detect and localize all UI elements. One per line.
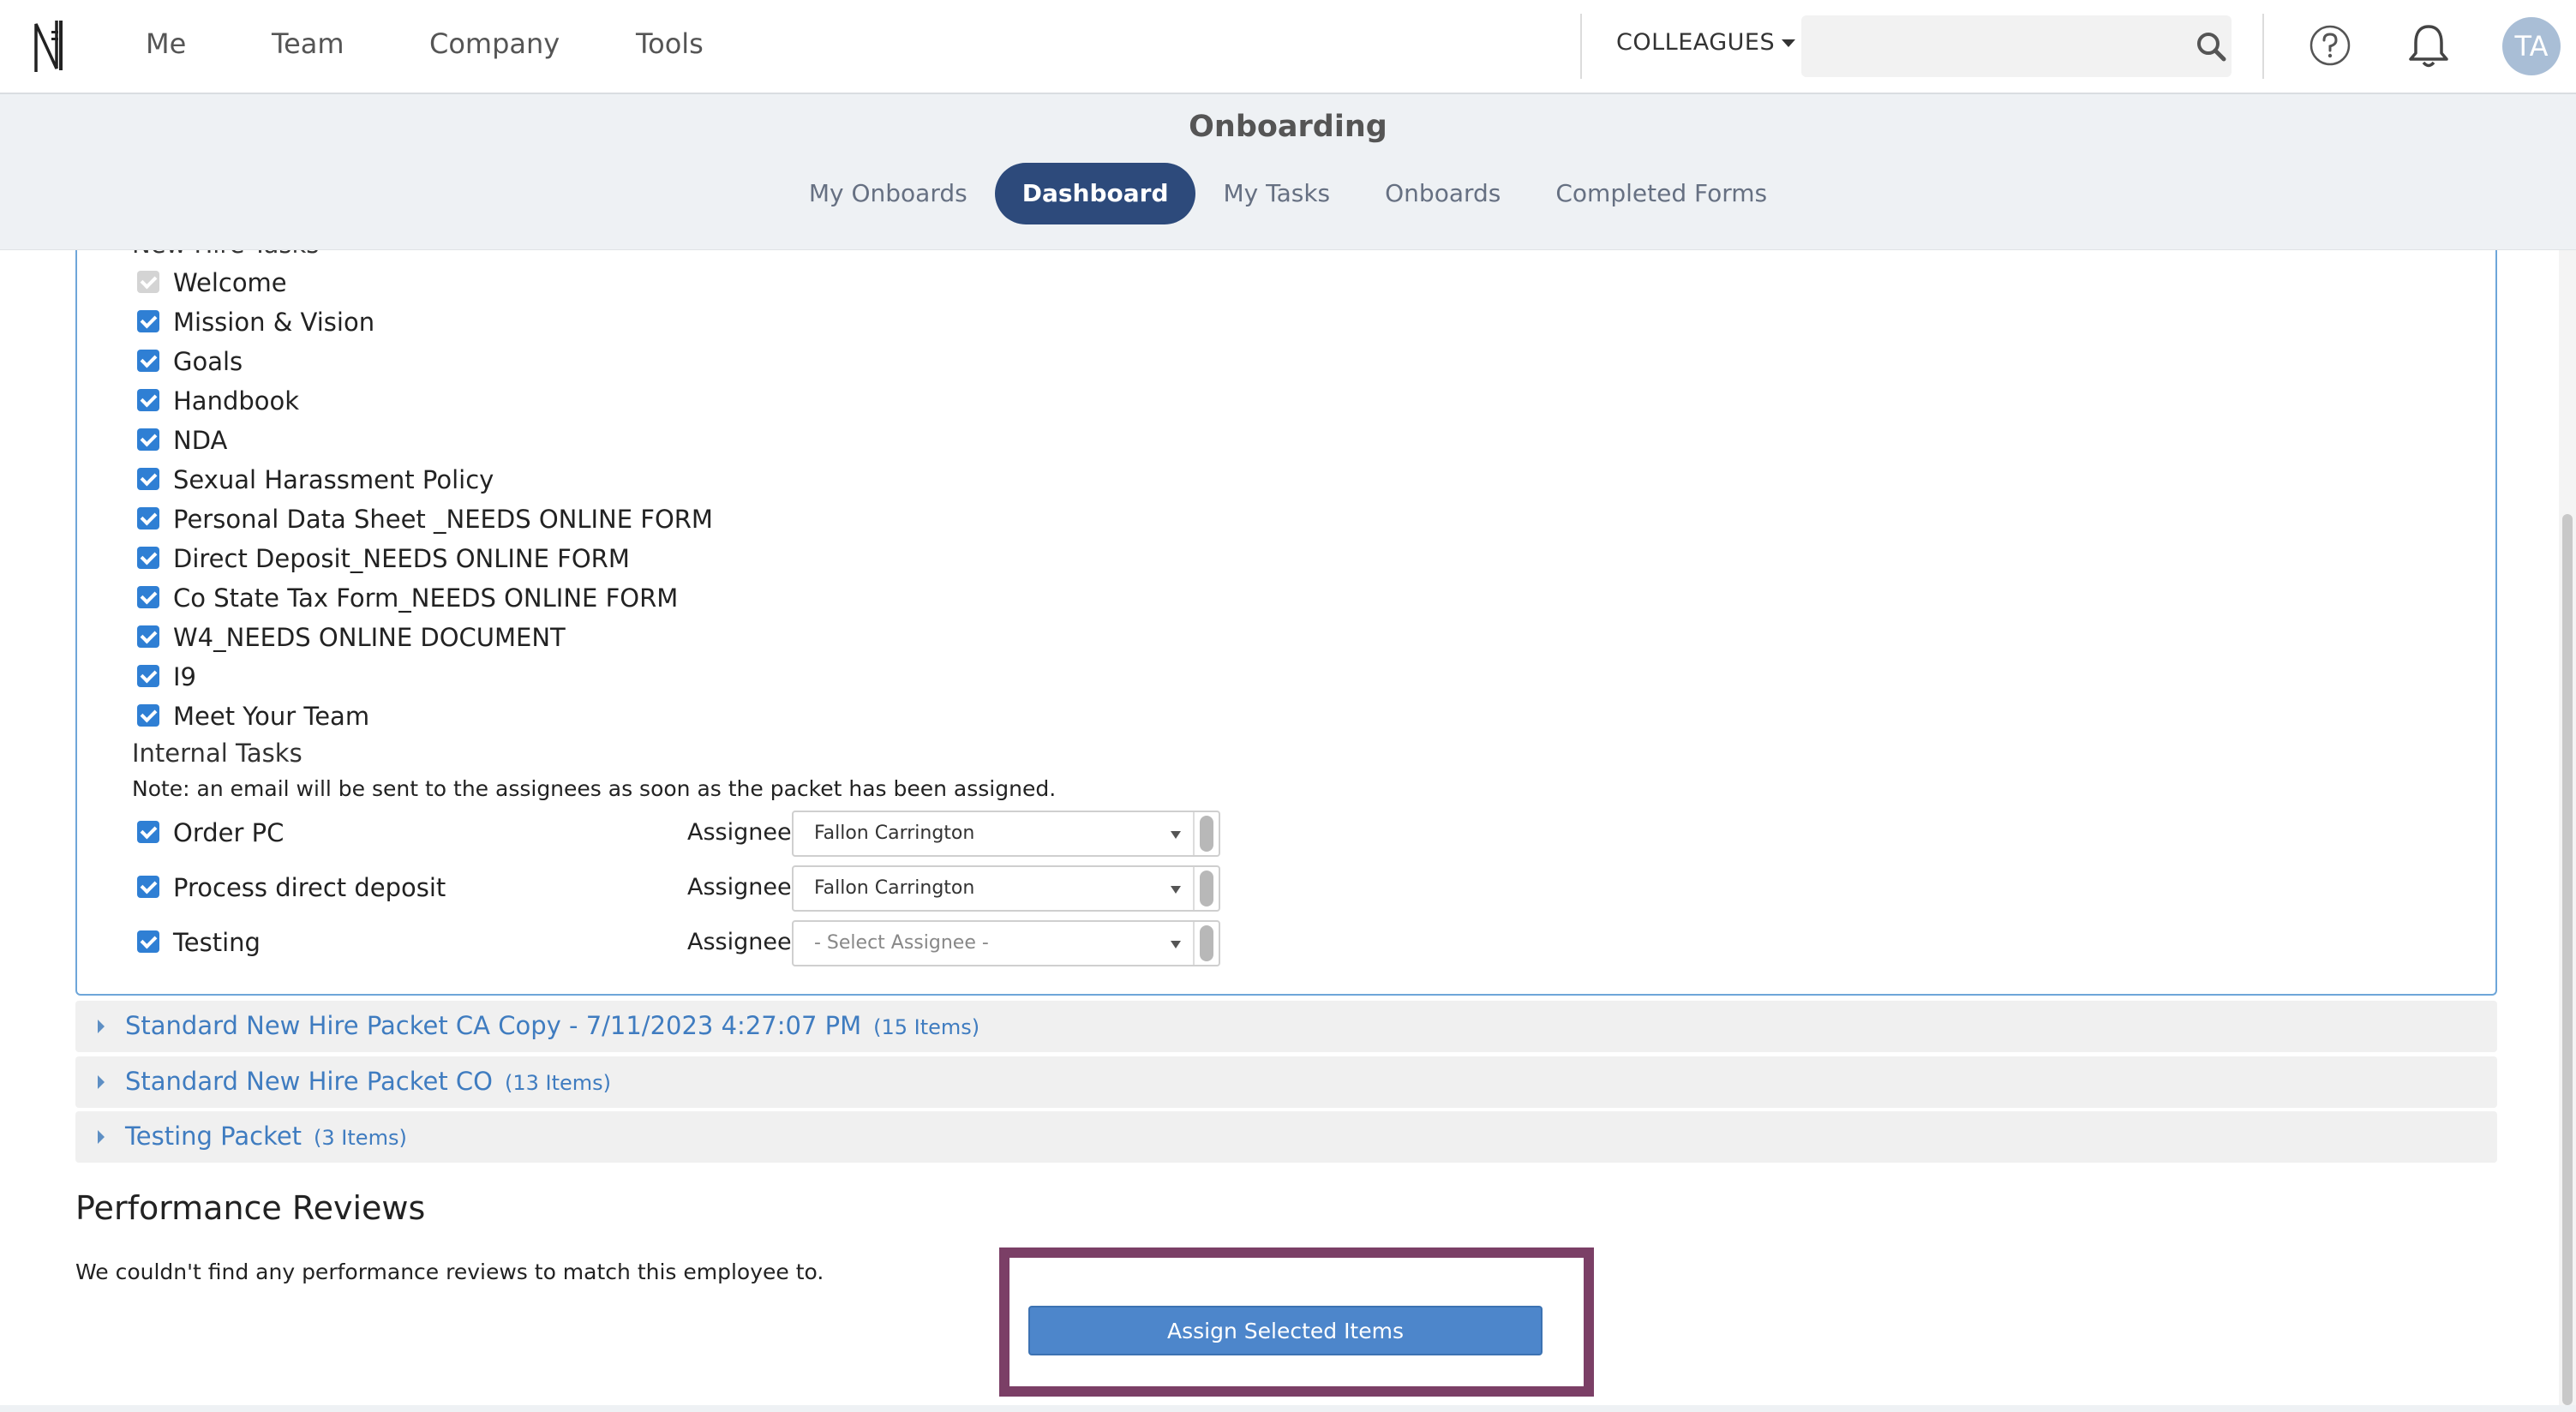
expand-triangle-icon bbox=[98, 1075, 105, 1089]
select-divider bbox=[1193, 812, 1195, 855]
task-label: Welcome bbox=[173, 268, 287, 297]
packet-name: Testing Packet bbox=[125, 1122, 303, 1151]
checkbox-checked[interactable] bbox=[137, 704, 159, 727]
checkbox-checked[interactable] bbox=[137, 547, 159, 569]
avatar[interactable]: TA bbox=[2502, 17, 2561, 75]
checkbox-checked[interactable] bbox=[137, 389, 159, 411]
task-label: Goals bbox=[173, 347, 243, 376]
tab-bar-overlay: My Onboards Dashboard My Tasks Onboards … bbox=[0, 163, 2576, 224]
assignee-select[interactable]: Fallon Carrington bbox=[792, 811, 1220, 857]
scrollbar-thumb[interactable] bbox=[2562, 514, 2573, 1405]
expand-triangle-icon bbox=[98, 1130, 105, 1144]
checkbox-checked[interactable] bbox=[137, 310, 159, 332]
bell-icon[interactable] bbox=[2406, 22, 2451, 70]
packet-count: (13 Items) bbox=[505, 1071, 612, 1095]
select-handle bbox=[1200, 925, 1213, 961]
task-label: Mission & Vision bbox=[173, 308, 375, 337]
tab-my-onboards-overlay[interactable]: My Onboards bbox=[782, 163, 995, 224]
checkbox-checked[interactable] bbox=[137, 350, 159, 372]
caret-down-icon bbox=[1782, 39, 1796, 47]
assignee-label: Assignee: bbox=[687, 819, 800, 846]
assign-selected-items-button[interactable]: Assign Selected Items bbox=[1028, 1306, 1543, 1355]
select-divider bbox=[1193, 922, 1195, 965]
task-label: Direct Deposit_NEEDS ONLINE FORM bbox=[173, 544, 630, 573]
assignee-value: Fallon Carrington bbox=[814, 823, 975, 844]
packet-row-testing[interactable]: Testing Packet (3 Items) bbox=[75, 1111, 2497, 1163]
checkbox-checked[interactable] bbox=[137, 507, 159, 530]
select-handle bbox=[1200, 816, 1213, 852]
internal-tasks-note: Note: an email will be sent to the assig… bbox=[132, 776, 1057, 801]
checkbox-checked[interactable] bbox=[137, 821, 159, 843]
assignee-label: Assignee: bbox=[687, 929, 800, 955]
assignee-label: Assignee: bbox=[687, 874, 800, 900]
packet-name: Standard New Hire Packet CO bbox=[125, 1067, 493, 1096]
search-input[interactable] bbox=[1801, 15, 2232, 77]
performance-reviews-note: We couldn't find any performance reviews… bbox=[75, 1259, 824, 1284]
assignee-select[interactable]: Fallon Carrington bbox=[792, 865, 1220, 912]
task-label: Meet Your Team bbox=[173, 702, 370, 731]
checkbox-checked[interactable] bbox=[137, 625, 159, 648]
packet-row-co[interactable]: Standard New Hire Packet CO (13 Items) bbox=[75, 1056, 2497, 1108]
dropdown-arrow-icon bbox=[1171, 886, 1181, 894]
packet-count: (3 Items) bbox=[314, 1126, 407, 1150]
nav-divider bbox=[1580, 14, 1582, 79]
tab-my-tasks-overlay[interactable]: My Tasks bbox=[1195, 163, 1357, 224]
footer-strip bbox=[0, 1405, 2576, 1412]
nav-tools[interactable]: Tools bbox=[636, 27, 704, 60]
packet-name: Standard New Hire Packet CA Copy - 7/11/… bbox=[125, 1011, 862, 1040]
task-label: Process direct deposit bbox=[173, 873, 446, 902]
page-header-overlay: Onboarding My Onboards Dashboard My Task… bbox=[0, 94, 2576, 250]
packet-row-ca-copy[interactable]: Standard New Hire Packet CA Copy - 7/11/… bbox=[75, 1001, 2497, 1052]
colleagues-label: COLLEAGUES bbox=[1616, 29, 1776, 56]
nav-team[interactable]: Team bbox=[272, 27, 344, 60]
task-label: Sexual Harassment Policy bbox=[173, 465, 494, 494]
packet-count: (15 Items) bbox=[873, 1015, 980, 1039]
checkbox-checked[interactable] bbox=[137, 586, 159, 608]
select-handle bbox=[1200, 871, 1213, 906]
colleagues-dropdown[interactable]: COLLEAGUES bbox=[1616, 29, 1796, 56]
task-label: W4_NEEDS ONLINE DOCUMENT bbox=[173, 623, 566, 652]
task-label: Personal Data Sheet _NEEDS ONLINE FORM bbox=[173, 505, 713, 534]
assignee-placeholder: - Select Assignee - bbox=[814, 932, 989, 954]
checkbox-disabled bbox=[137, 271, 159, 293]
internal-tasks-heading: Internal Tasks bbox=[132, 739, 303, 768]
assignee-value: Fallon Carrington bbox=[814, 877, 975, 899]
tab-dashboard-overlay[interactable]: Dashboard bbox=[994, 163, 1196, 224]
dropdown-arrow-icon bbox=[1171, 941, 1181, 948]
select-divider bbox=[1193, 867, 1195, 910]
help-icon[interactable] bbox=[2309, 24, 2351, 67]
task-label: NDA bbox=[173, 426, 228, 455]
task-label: Handbook bbox=[173, 386, 300, 416]
task-label: I9 bbox=[173, 662, 197, 691]
nav-me[interactable]: Me bbox=[146, 27, 186, 60]
expand-triangle-icon bbox=[98, 1020, 105, 1033]
task-label: Order PC bbox=[173, 818, 285, 847]
search-icon[interactable] bbox=[2196, 31, 2226, 62]
assignee-select[interactable]: - Select Assignee - bbox=[792, 920, 1220, 966]
checkbox-checked[interactable] bbox=[137, 428, 159, 451]
task-label: Co State Tax Form_NEEDS ONLINE FORM bbox=[173, 583, 679, 613]
tab-onboards-overlay[interactable]: Onboards bbox=[1357, 163, 1528, 224]
checkbox-checked[interactable] bbox=[137, 665, 159, 687]
checkbox-checked[interactable] bbox=[137, 930, 159, 953]
top-navigation-bar: Me Team Company Tools COLLEAGUES TA bbox=[0, 0, 2576, 94]
checkbox-checked[interactable] bbox=[137, 468, 159, 490]
task-label: Testing bbox=[173, 928, 261, 957]
nav-divider bbox=[2262, 14, 2264, 79]
tab-completed-forms-overlay[interactable]: Completed Forms bbox=[1528, 163, 1794, 224]
nav-company[interactable]: Company bbox=[429, 27, 560, 60]
checkbox-checked[interactable] bbox=[137, 876, 159, 898]
dropdown-arrow-icon bbox=[1171, 831, 1181, 839]
app-logo[interactable] bbox=[31, 15, 69, 77]
performance-reviews-title: Performance Reviews bbox=[75, 1189, 426, 1227]
page-title-overlay: Onboarding bbox=[1189, 110, 1387, 144]
